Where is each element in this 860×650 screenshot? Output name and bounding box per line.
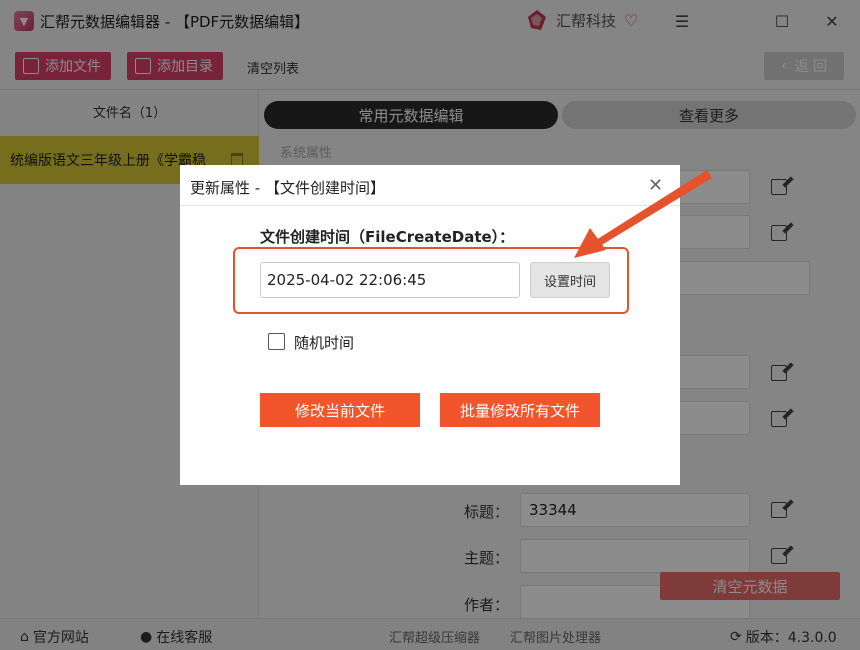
- close-icon[interactable]: ✕: [648, 175, 663, 196]
- random-time-checkbox[interactable]: [268, 333, 285, 350]
- modify-all-button[interactable]: 批量修改所有文件: [440, 393, 600, 427]
- modify-current-button[interactable]: 修改当前文件: [260, 393, 420, 427]
- update-property-dialog: 更新属性 - 【文件创建时间】 ✕ 文件创建时间（FileCreateDate）…: [180, 165, 680, 485]
- random-time-label: 随机时间: [294, 334, 355, 352]
- create-date-input[interactable]: [260, 262, 520, 298]
- set-time-button[interactable]: 设置时间: [530, 262, 610, 298]
- dialog-title: 更新属性 - 【文件创建时间】: [190, 179, 385, 197]
- create-date-label: 文件创建时间（FileCreateDate）：: [260, 228, 515, 246]
- dialog-divider: [180, 205, 680, 206]
